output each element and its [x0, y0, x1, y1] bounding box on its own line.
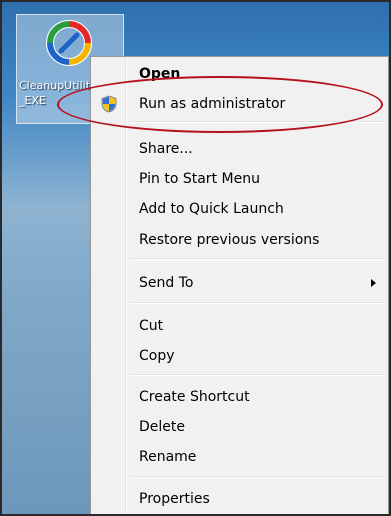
- menu-item-send-to[interactable]: Send To: [93, 270, 386, 296]
- menu-item-copy[interactable]: Copy: [93, 343, 386, 369]
- menu-item-label: Cut: [139, 318, 164, 334]
- cleanup-app-icon: [46, 20, 92, 66]
- menu-item-share[interactable]: Share...: [93, 136, 386, 162]
- menu-item-label: Copy: [139, 348, 175, 364]
- menu-item-label: Create Shortcut: [139, 389, 250, 405]
- highlight-annotation: [57, 76, 383, 133]
- menu-item-delete[interactable]: Delete: [93, 414, 386, 440]
- menu-item-label: Restore previous versions: [139, 232, 320, 248]
- menu-item-cut[interactable]: Cut: [93, 313, 386, 339]
- menu-item-create-shortcut[interactable]: Create Shortcut: [93, 384, 386, 410]
- menu-item-label: Delete: [139, 419, 185, 435]
- chevron-right-icon: [371, 279, 376, 287]
- screenshot-frame: CleanupUtility_4_2_EXE Open Run as admin…: [0, 0, 391, 516]
- menu-item-pin-to-start-menu[interactable]: Pin to Start Menu: [93, 166, 386, 192]
- menu-item-label: Add to Quick Launch: [139, 201, 284, 217]
- menu-item-label: Properties: [139, 491, 210, 507]
- menu-separator: [129, 302, 384, 304]
- menu-item-properties[interactable]: Properties: [93, 486, 386, 512]
- menu-item-label: Send To: [139, 275, 194, 291]
- menu-item-rename[interactable]: Rename: [93, 444, 386, 470]
- menu-item-label: Pin to Start Menu: [139, 171, 260, 187]
- menu-separator: [129, 258, 384, 260]
- menu-separator: [129, 476, 384, 478]
- menu-separator: [129, 374, 384, 376]
- menu-item-add-to-quick-launch[interactable]: Add to Quick Launch: [93, 196, 386, 222]
- menu-item-label: Share...: [139, 141, 193, 157]
- menu-item-restore-previous-versions[interactable]: Restore previous versions: [93, 227, 386, 253]
- menu-item-label: Rename: [139, 449, 197, 465]
